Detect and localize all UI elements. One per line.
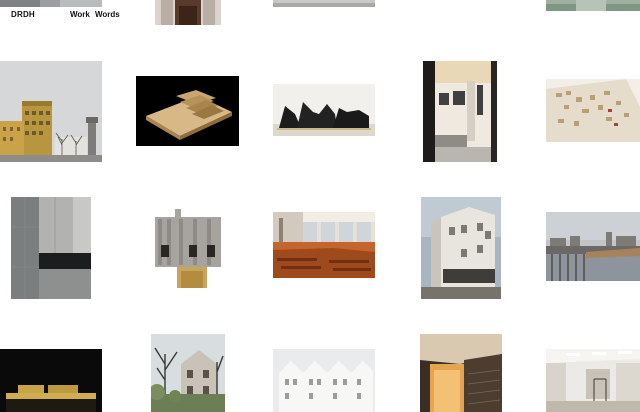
project-thumbnail-stone-building[interactable] bbox=[421, 197, 501, 299]
project-thumbnail-wooden-model[interactable] bbox=[136, 76, 239, 146]
project-thumbnail-green-strip[interactable] bbox=[546, 0, 640, 11]
project-thumbnail-interior-strip[interactable] bbox=[0, 0, 102, 7]
project-thumbnail-timber-facade[interactable] bbox=[153, 205, 223, 288]
project-thumbnail-corridor[interactable] bbox=[155, 0, 221, 25]
project-thumbnail-gabled-facade-model[interactable] bbox=[273, 349, 375, 412]
project-thumbnail-white-room[interactable] bbox=[546, 349, 640, 412]
project-thumbnail-site-model[interactable] bbox=[546, 79, 640, 142]
project-thumbnail-waterfront-pier[interactable] bbox=[546, 212, 640, 281]
nav-words-link[interactable]: Words bbox=[95, 10, 120, 19]
site-logo[interactable]: DRDH bbox=[11, 10, 35, 19]
project-thumbnail-library-interior[interactable] bbox=[273, 212, 375, 278]
project-thumbnail-city-street[interactable] bbox=[0, 61, 102, 162]
project-thumbnail-gallery-interior[interactable] bbox=[423, 61, 497, 162]
project-thumbnail-roofline-model[interactable] bbox=[273, 84, 375, 136]
nav-work-link[interactable]: Work bbox=[70, 10, 90, 19]
project-thumbnail-warm-staircase[interactable] bbox=[420, 334, 502, 412]
project-thumbnail-villa[interactable] bbox=[151, 334, 225, 412]
project-thumbnail-grey-strip[interactable] bbox=[273, 0, 375, 7]
project-thumbnail-concrete-interior[interactable] bbox=[11, 197, 91, 299]
project-thumbnail-dark-model[interactable] bbox=[0, 349, 102, 412]
